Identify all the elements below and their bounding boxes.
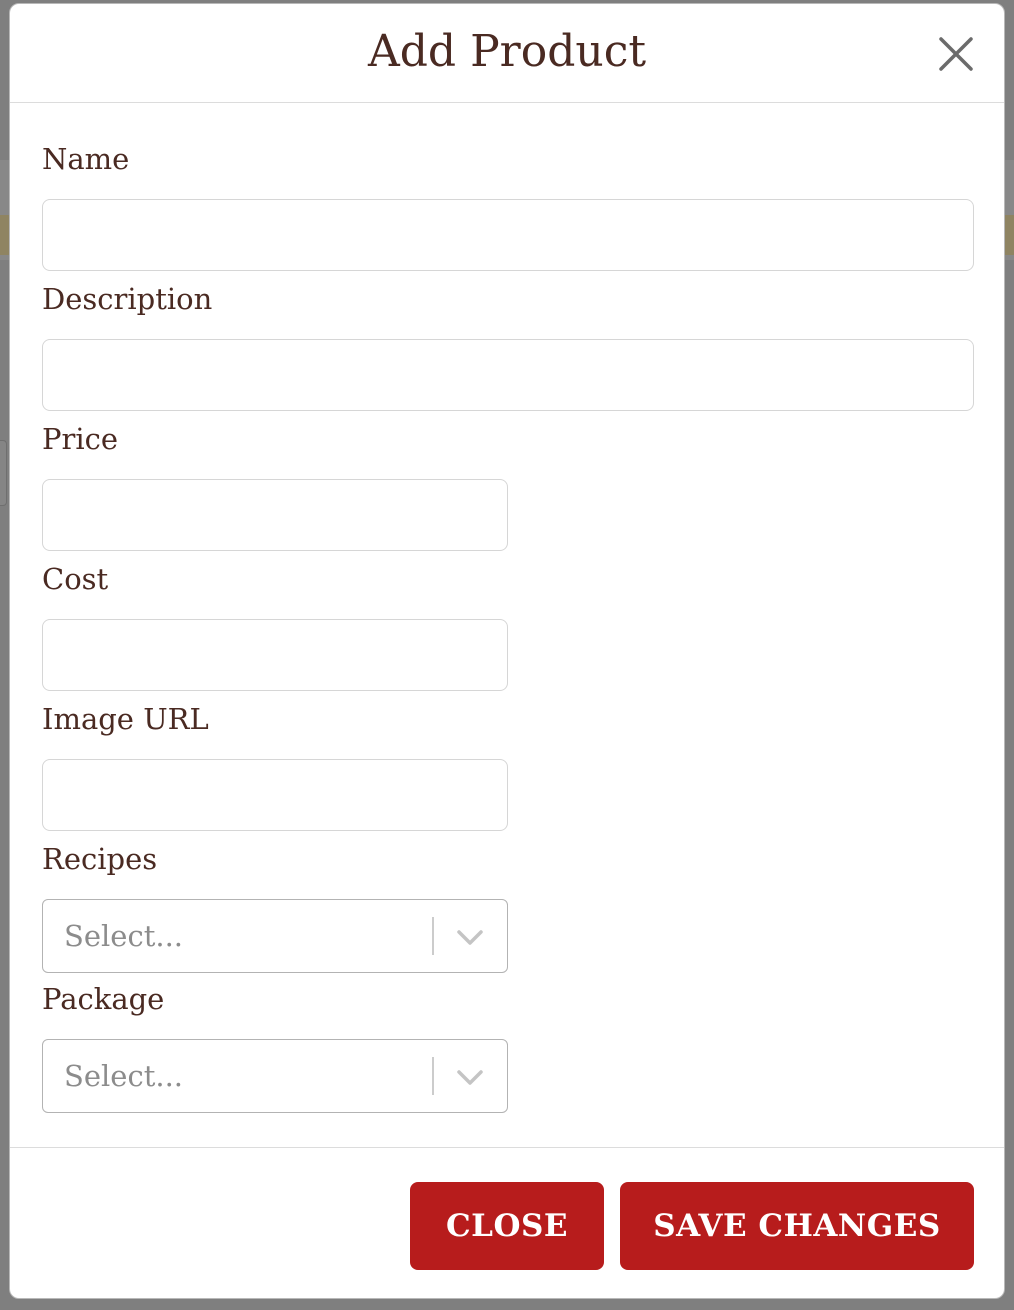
close-icon[interactable] xyxy=(936,34,976,74)
modal-footer: CLOSE SAVE CHANGES xyxy=(10,1147,1004,1298)
chevron-down-icon[interactable] xyxy=(455,924,485,950)
recipes-select-placeholder: Select... xyxy=(64,919,184,953)
name-input[interactable] xyxy=(42,199,974,271)
package-select-placeholder: Select... xyxy=(64,1059,184,1093)
recipes-select[interactable]: Select... xyxy=(42,899,508,973)
package-select[interactable]: Select... xyxy=(42,1039,508,1113)
add-product-modal: Add Product Name Description Price Cost … xyxy=(9,3,1005,1299)
description-label: Description xyxy=(42,282,213,316)
image-url-input[interactable] xyxy=(42,759,508,831)
package-select-separator xyxy=(432,1057,434,1095)
cost-input[interactable] xyxy=(42,619,508,691)
price-label: Price xyxy=(42,422,119,456)
package-label: Package xyxy=(42,982,165,1016)
backdrop-control-edge xyxy=(0,440,7,506)
modal-body: Name Description Price Cost Image URL Re… xyxy=(10,103,1004,1147)
image-url-label: Image URL xyxy=(42,702,209,736)
cost-label: Cost xyxy=(42,562,109,596)
chevron-down-icon[interactable] xyxy=(455,1064,485,1090)
description-input[interactable] xyxy=(42,339,974,411)
modal-title: Add Product xyxy=(367,26,647,77)
recipes-select-separator xyxy=(432,917,434,955)
save-changes-button[interactable]: SAVE CHANGES xyxy=(620,1182,974,1270)
name-label: Name xyxy=(42,142,130,176)
modal-header: Add Product xyxy=(10,4,1004,103)
backdrop-accent-right xyxy=(1004,215,1014,255)
close-button[interactable]: CLOSE xyxy=(410,1182,604,1270)
recipes-label: Recipes xyxy=(42,842,158,876)
price-input[interactable] xyxy=(42,479,508,551)
